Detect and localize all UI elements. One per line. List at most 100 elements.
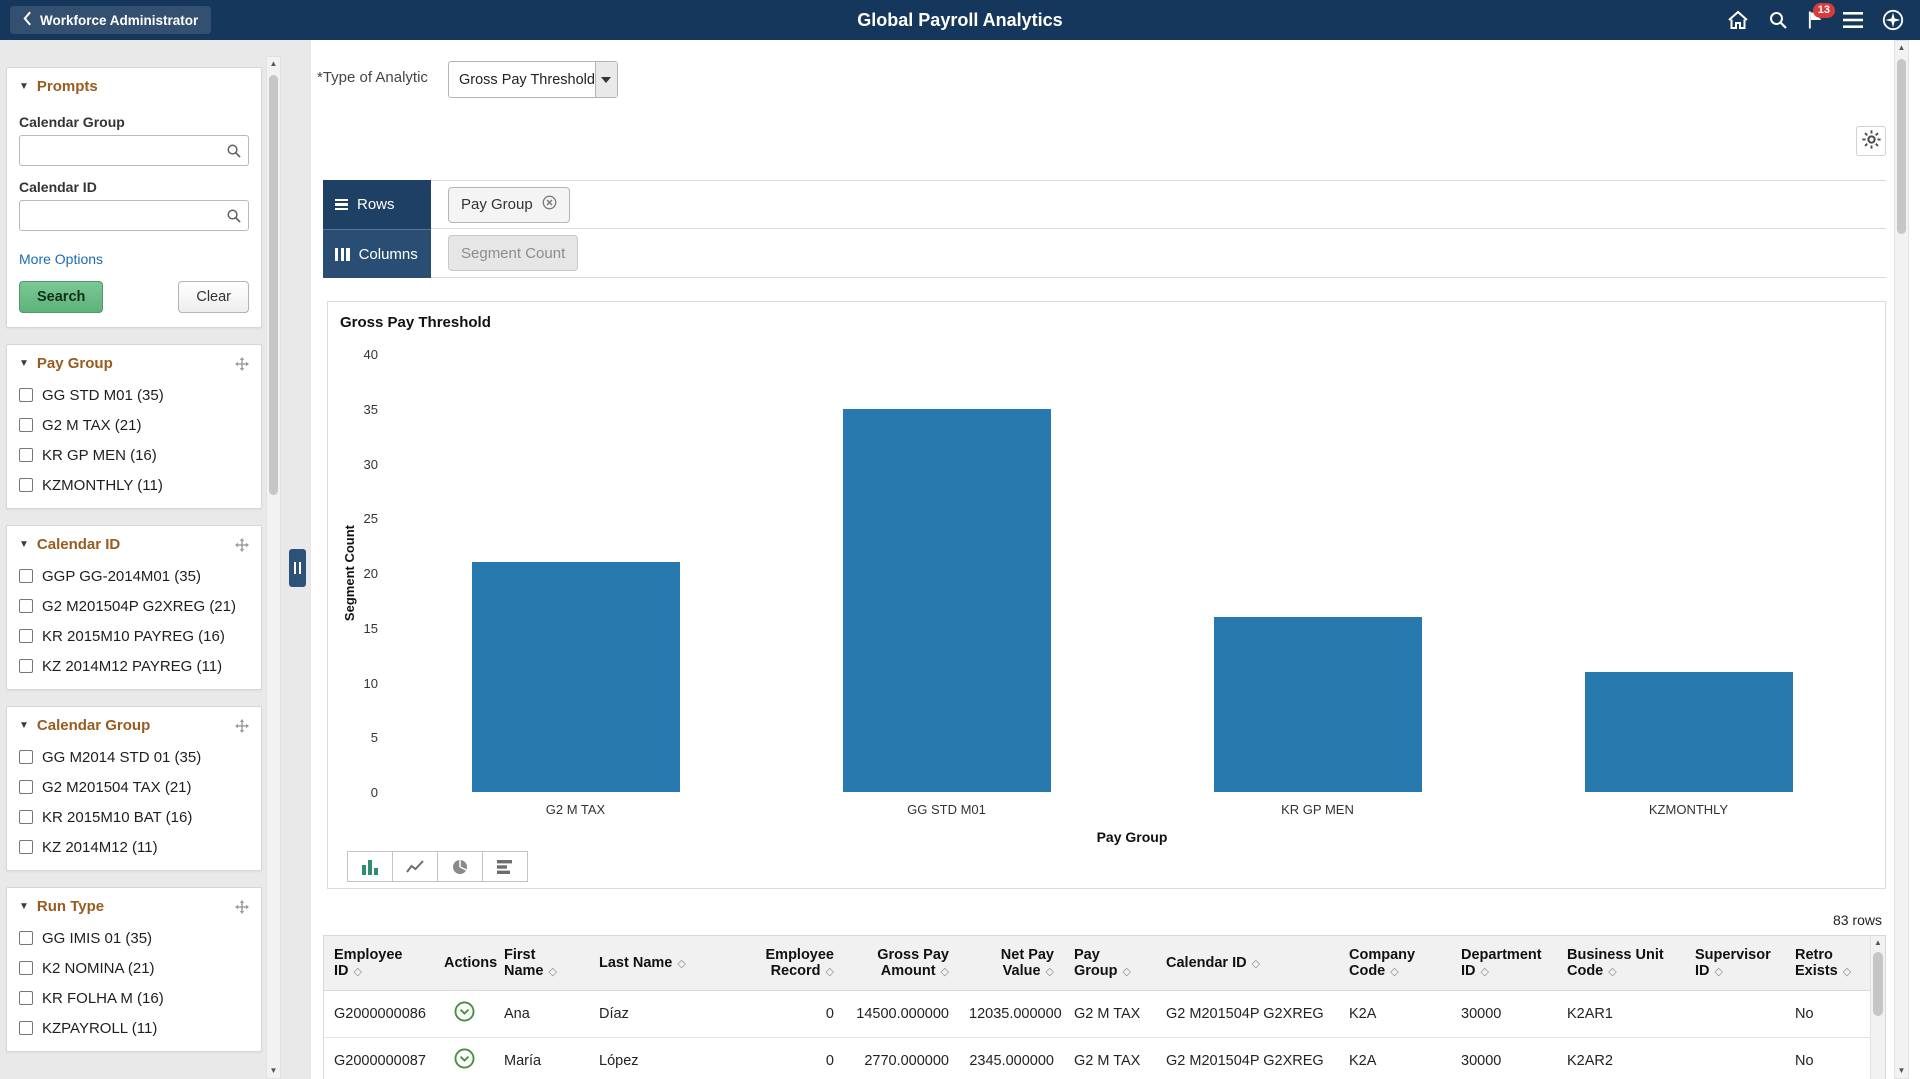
sort-icon[interactable]: ◇ (549, 966, 557, 978)
chart-bar[interactable] (472, 562, 680, 792)
facet-checkbox[interactable] (19, 478, 33, 492)
facet-option[interactable]: GGP GG-2014M01 (35) (7, 561, 261, 591)
facet-option[interactable]: KR 2015M10 BAT (16) (7, 802, 261, 832)
tab-columns[interactable]: Columns (323, 229, 431, 278)
chart-settings-button[interactable] (1856, 126, 1886, 156)
line-chart-button[interactable] (392, 851, 438, 882)
scroll-up-icon[interactable]: ▲ (1871, 936, 1885, 950)
move-facet-icon[interactable] (235, 719, 249, 733)
search-icon[interactable] (1768, 10, 1788, 30)
facet-checkbox[interactable] (19, 750, 33, 764)
column-header[interactable]: Employee Record◇ (749, 936, 844, 990)
column-header[interactable]: Company Code◇ (1339, 936, 1451, 990)
sort-icon[interactable]: ◇ (1843, 966, 1851, 978)
facet-option[interactable]: KR FOLHA M (16) (7, 983, 261, 1013)
scrollbar-thumb[interactable] (1897, 59, 1906, 234)
scroll-up-icon[interactable]: ▲ (267, 57, 280, 71)
sort-icon[interactable]: ◇ (354, 966, 362, 978)
facet-option[interactable]: G2 M201504P G2XREG (21) (7, 591, 261, 621)
scrollbar-thumb[interactable] (1873, 952, 1883, 1016)
sidebar-scrollbar[interactable]: ▲ ▼ (266, 56, 281, 1079)
facet-option[interactable]: KZ 2014M12 (11) (7, 832, 261, 862)
column-header[interactable]: Department ID◇ (1451, 936, 1557, 990)
notification-flag-icon[interactable]: 13 (1807, 10, 1824, 30)
column-header[interactable]: First Name◇ (494, 936, 589, 990)
facet-checkbox[interactable] (19, 810, 33, 824)
facet-option[interactable]: KZMONTHLY (11) (7, 470, 261, 500)
sort-icon[interactable]: ◇ (1481, 966, 1489, 978)
collapse-triangle-icon[interactable]: ▼ (19, 539, 29, 550)
page-scrollbar[interactable]: ▲ ▼ (1894, 40, 1909, 1079)
sort-icon[interactable]: ◇ (826, 966, 834, 978)
column-header[interactable]: Last Name◇ (589, 936, 749, 990)
facet-checkbox[interactable] (19, 629, 33, 643)
facet-checkbox[interactable] (19, 448, 33, 462)
column-header[interactable]: Retro Exists◇ (1785, 936, 1870, 990)
scroll-down-icon[interactable]: ▼ (1895, 1064, 1908, 1078)
move-facet-icon[interactable] (235, 538, 249, 552)
facet-option[interactable]: GG M2014 STD 01 (35) (7, 742, 261, 772)
facet-checkbox[interactable] (19, 388, 33, 402)
move-facet-icon[interactable] (235, 900, 249, 914)
more-options-link[interactable]: More Options (19, 251, 103, 267)
facet-option[interactable]: KZ 2014M12 PAYREG (11) (7, 651, 261, 681)
tab-rows[interactable]: Rows (323, 180, 431, 229)
facet-checkbox[interactable] (19, 931, 33, 945)
sort-icon[interactable]: ◇ (1046, 966, 1054, 978)
facet-option[interactable]: G2 M TAX (21) (7, 410, 261, 440)
column-header[interactable]: Calendar ID◇ (1156, 936, 1339, 990)
sort-icon[interactable]: ◇ (941, 966, 949, 978)
facet-option[interactable]: GG STD M01 (35) (7, 380, 261, 410)
facet-checkbox[interactable] (19, 961, 33, 975)
remove-pill-icon[interactable] (542, 195, 557, 214)
scrollbar-thumb[interactable] (269, 75, 278, 495)
select-dropdown-button[interactable] (595, 62, 617, 97)
column-header[interactable]: Net Pay Value◇ (959, 936, 1064, 990)
collapse-triangle-icon[interactable]: ▼ (19, 720, 29, 731)
sort-icon[interactable]: ◇ (1608, 966, 1616, 978)
scroll-up-icon[interactable]: ▲ (1895, 41, 1908, 55)
grid-scrollbar[interactable]: ▲ (1870, 936, 1885, 1079)
horizontal-bar-chart-button[interactable] (482, 851, 528, 882)
facet-option[interactable]: G2 M201504 TAX (21) (7, 772, 261, 802)
clear-button[interactable]: Clear (178, 281, 249, 313)
row-actions-icon[interactable] (454, 1048, 475, 1069)
facet-option[interactable]: KR 2015M10 PAYREG (16) (7, 621, 261, 651)
sort-icon[interactable]: ◇ (677, 958, 685, 970)
facet-option[interactable]: KR GP MEN (16) (7, 440, 261, 470)
scroll-down-icon[interactable]: ▼ (267, 1064, 280, 1078)
sort-icon[interactable]: ◇ (1252, 958, 1260, 970)
collapse-triangle-icon[interactable]: ▼ (19, 81, 29, 92)
menu-hamburger-icon[interactable] (1843, 12, 1863, 28)
chart-bar[interactable] (1214, 617, 1422, 792)
row-actions-icon[interactable] (454, 1001, 475, 1022)
facet-option[interactable]: GG IMIS 01 (35) (7, 923, 261, 953)
search-button[interactable]: Search (19, 281, 103, 313)
type-of-analytic-select[interactable]: Gross Pay Threshold (448, 61, 618, 98)
column-header[interactable]: Employee ID◇ (324, 936, 434, 990)
facet-checkbox[interactable] (19, 1021, 33, 1035)
collapse-triangle-icon[interactable]: ▼ (19, 901, 29, 912)
sort-icon[interactable]: ◇ (1123, 966, 1131, 978)
collapse-triangle-icon[interactable]: ▼ (19, 358, 29, 369)
lookup-magnifier-icon[interactable] (226, 143, 241, 162)
sidebar-collapse-handle[interactable] (289, 549, 306, 587)
pie-chart-button[interactable] (437, 851, 483, 882)
chart-bar[interactable] (843, 409, 1051, 792)
facet-checkbox[interactable] (19, 659, 33, 673)
column-header[interactable]: Actions (434, 936, 494, 990)
facet-checkbox[interactable] (19, 569, 33, 583)
navbar-compass-icon[interactable] (1882, 9, 1904, 31)
column-header[interactable]: Pay Group◇ (1064, 936, 1156, 990)
sort-icon[interactable]: ◇ (1715, 966, 1723, 978)
facet-option[interactable]: KZPAYROLL (11) (7, 1013, 261, 1043)
facet-checkbox[interactable] (19, 840, 33, 854)
bar-chart-button[interactable] (347, 851, 393, 882)
facet-checkbox[interactable] (19, 780, 33, 794)
calendar-id-input[interactable] (19, 200, 249, 231)
sort-icon[interactable]: ◇ (1390, 966, 1398, 978)
facet-checkbox[interactable] (19, 599, 33, 613)
column-header[interactable]: Supervisor ID◇ (1685, 936, 1785, 990)
facet-option[interactable]: K2 NOMINA (21) (7, 953, 261, 983)
facet-checkbox[interactable] (19, 418, 33, 432)
